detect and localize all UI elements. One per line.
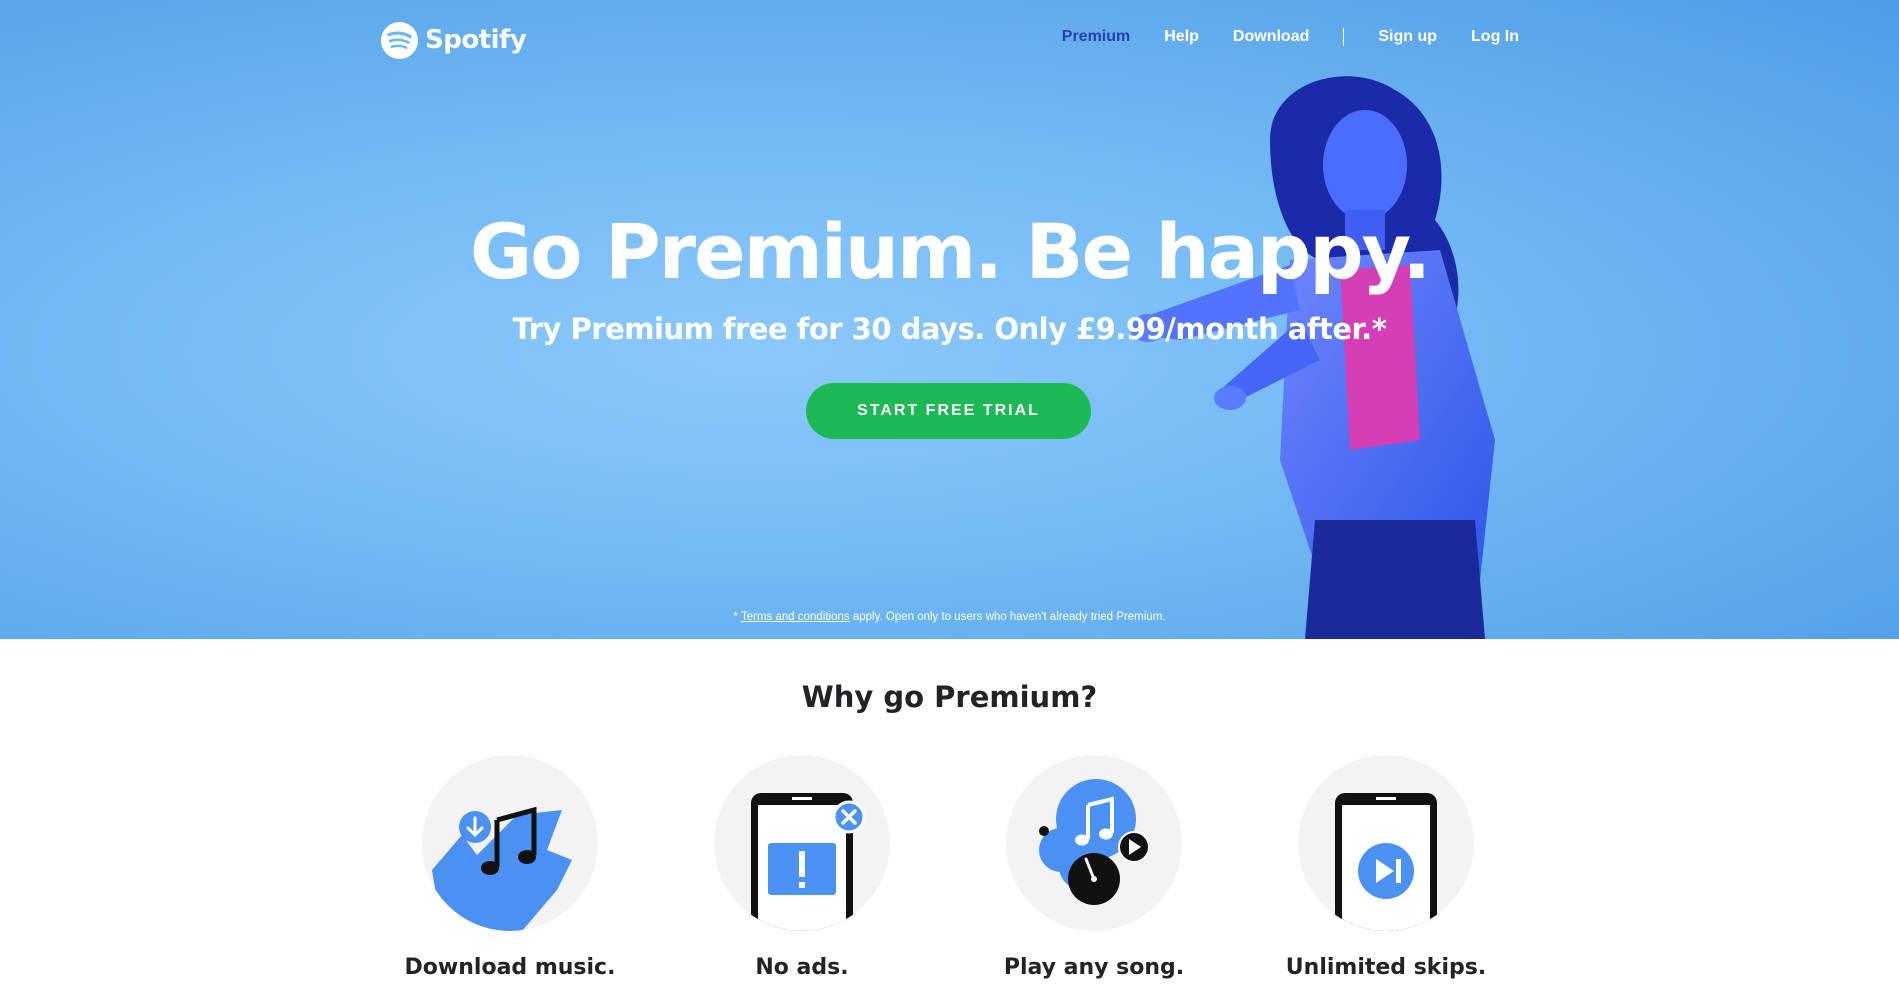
unlimited-skips-icon <box>1335 793 1437 931</box>
hero-title: Go Premium. Be happy. <box>469 207 1431 296</box>
feature-circle <box>714 755 890 931</box>
spotify-logo[interactable]: Spotify <box>380 20 527 60</box>
feature-circle <box>1006 755 1182 931</box>
feature-label: Play any song. <box>1003 955 1185 980</box>
feature-circle <box>1298 755 1474 931</box>
nav-divider <box>1343 28 1345 46</box>
terms-prefix: * <box>733 611 741 623</box>
terms-suffix: apply. Open only to users who haven't al… <box>849 611 1166 623</box>
download-music-icon <box>432 806 572 931</box>
feature-label: No ads. <box>755 955 849 980</box>
feature-label: Unlimited skips. <box>1285 955 1487 980</box>
nav-premium-link[interactable]: Premium <box>1062 28 1130 46</box>
nav-download-link[interactable]: Download <box>1233 28 1309 46</box>
terms-and-conditions-link[interactable]: Terms and conditions <box>741 611 850 623</box>
feature-download-music: Download music. <box>364 755 656 980</box>
spotify-logo-text: Spotify <box>425 25 527 55</box>
nav-help-link[interactable]: Help <box>1164 28 1199 46</box>
start-free-trial-button[interactable]: START FREE TRIAL <box>806 383 1091 439</box>
nav-log-in-link[interactable]: Log In <box>1471 28 1519 46</box>
feature-no-ads: No ads. <box>656 755 948 980</box>
why-premium-heading: Why go Premium? <box>801 680 1098 714</box>
spotify-logo-icon <box>380 21 419 59</box>
feature-label: Download music. <box>404 955 616 980</box>
nav-sign-up-link[interactable]: Sign up <box>1378 28 1437 46</box>
hero-person-image <box>1130 76 1495 639</box>
play-any-song-icon <box>1039 779 1150 905</box>
no-ads-icon <box>751 793 866 931</box>
feature-unlimited-skips: Unlimited skips. <box>1240 755 1532 980</box>
feature-play-any-song: Play any song. <box>948 755 1240 980</box>
hero-subtitle: Try Premium free for 30 days. Only £9.99… <box>512 312 1387 346</box>
terms-note: * Terms and conditions apply. Open only … <box>0 611 1899 623</box>
hero-banner: Spotify Premium Help Download Sign up Lo… <box>0 0 1899 639</box>
feature-circle <box>422 755 598 931</box>
top-nav: Premium Help Download Sign up Log In <box>1062 28 1519 46</box>
